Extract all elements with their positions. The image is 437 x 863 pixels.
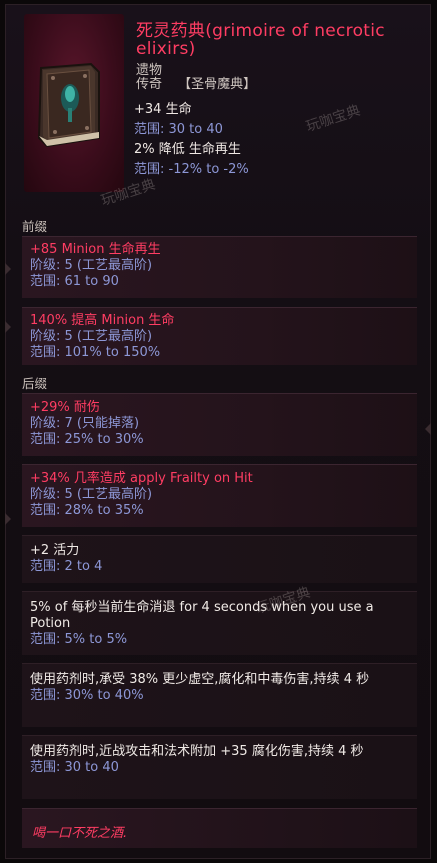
affix-stat: 140% 提高 Minion 生命 — [30, 313, 175, 328]
item-rarity-base: 传奇 【圣骨魔典】 — [136, 73, 256, 92]
implicit-stat: +34 生命 — [134, 102, 192, 117]
item-base-type: 【圣骨魔典】 — [178, 77, 257, 92]
frame-notch — [5, 263, 11, 275]
item-rarity: 传奇 — [136, 77, 163, 92]
prefix-label: 前缀 — [22, 219, 48, 234]
suffix-affix[interactable]: +34% 几率造成 apply Frailty on Hit 阶级: 5 (工艺… — [22, 464, 417, 527]
affix-tier: 阶级: 5 (工艺最高阶) — [30, 329, 153, 344]
grimoire-icon — [37, 62, 100, 148]
frame-notch — [425, 423, 431, 435]
affix-stat: 使用药剂时,承受 38% 更少虚空,腐化和中毒伤害,持续 4 秒 — [30, 672, 370, 687]
unique-affix[interactable]: 使用药剂时,承受 38% 更少虚空,腐化和中毒伤害,持续 4 秒 范围: 30%… — [22, 663, 417, 727]
affix-range: 范围: 2 to 4 — [30, 559, 103, 574]
frame-notch — [5, 513, 11, 525]
unique-affix[interactable]: +2 活力 范围: 2 to 4 — [22, 535, 417, 583]
affix-range: 范围: 30% to 40% — [30, 688, 144, 703]
flavor-text: 喝一口不死之酒. — [22, 808, 417, 848]
affix-stat: +85 Minion 生命再生 — [30, 242, 161, 257]
prefix-affix[interactable]: 140% 提高 Minion 生命 阶级: 5 (工艺最高阶) 范围: 101%… — [22, 307, 417, 365]
affix-range: 范围: 61 to 90 — [30, 274, 119, 289]
prefix-affix[interactable]: +85 Minion 生命再生 阶级: 5 (工艺最高阶) 范围: 61 to … — [22, 236, 417, 298]
unique-affix[interactable]: 使用药剂时,近战攻击和法术附加 +35 腐化伤害,持续 4 秒 范围: 30 t… — [22, 735, 417, 799]
item-name: 死灵药典(grimoire of necrotic elixirs) — [136, 21, 385, 59]
affix-stat: +2 活力 — [30, 543, 80, 558]
affix-stat: +34% 几率造成 apply Frailty on Hit — [30, 471, 253, 486]
frame-notch — [5, 321, 11, 333]
affix-range: 范围: 28% to 35% — [30, 503, 144, 518]
affix-stat: +29% 耐伤 — [30, 400, 100, 415]
unique-affix[interactable]: 5% of 每秒当前生命消退 for 4 seconds when you us… — [22, 591, 417, 655]
suffix-label: 后缀 — [22, 376, 48, 391]
affix-range: 范围: 101% to 150% — [30, 345, 161, 360]
implicit-stat: 2% 降低 生命再生 — [134, 142, 241, 157]
implicit-range: 范围: -12% to -2% — [134, 162, 249, 177]
affix-range: 范围: 5% to 5% — [30, 632, 128, 647]
affix-range: 范围: 30 to 40 — [30, 760, 119, 775]
affix-tier: 阶级: 7 (只能掉落) — [30, 416, 140, 431]
affix-range: 范围: 25% to 30% — [30, 432, 144, 447]
implicit-range: 范围: 30 to 40 — [134, 122, 223, 137]
affix-tier: 阶级: 5 (工艺最高阶) — [30, 258, 153, 273]
suffix-affix[interactable]: +29% 耐伤 阶级: 7 (只能掉落) 范围: 25% to 30% — [22, 393, 417, 456]
affix-stat: 5% of 每秒当前生命消退 for 4 seconds when you us… — [30, 600, 374, 631]
affix-stat: 使用药剂时,近战攻击和法术附加 +35 腐化伤害,持续 4 秒 — [30, 744, 364, 759]
affix-tier: 阶级: 5 (工艺最高阶) — [30, 487, 153, 502]
